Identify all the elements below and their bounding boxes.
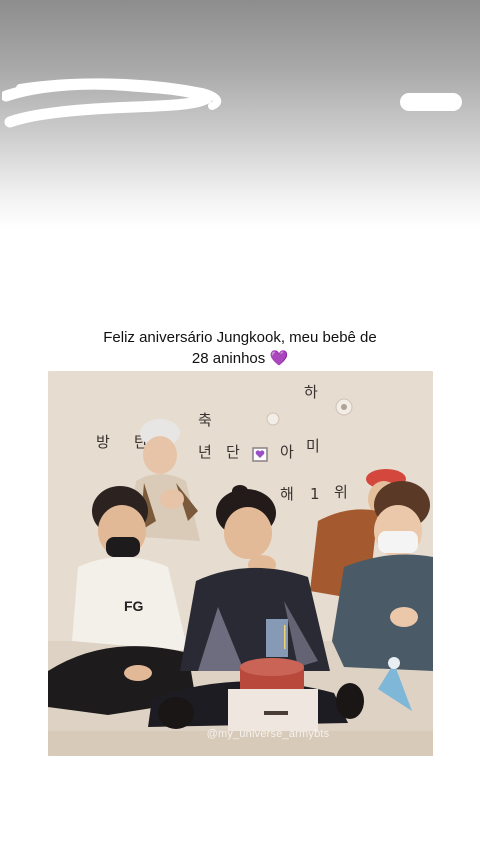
caption-line-2: 28 aninhos 💜: [191, 350, 289, 367]
story-viewer[interactable]: Feliz aniversário Jungkook, meu bebê de …: [0, 0, 480, 854]
banner-glyph: 1: [310, 485, 320, 503]
photo-watermark: @my_universe_armybts: [206, 728, 330, 740]
story-caption: Feliz aniversário Jungkook, meu bebê de …: [40, 327, 440, 369]
banner-glyph: 해: [280, 485, 294, 503]
banner-glyph: 하: [304, 383, 318, 401]
caption-line-1: Feliz aniversário Jungkook, meu bebê de: [103, 329, 377, 346]
redacted-username-scribble: [2, 78, 222, 128]
story-photo[interactable]: 방 탄 소 년 단 아 미 축 하 해 1 위: [48, 371, 433, 756]
banner-glyph: 아: [280, 443, 294, 461]
banner-glyph: 방: [96, 433, 110, 451]
banner-glyph: 단: [226, 443, 240, 461]
banner-glyph: 미: [306, 437, 320, 455]
photo-illustration: 방 탄 소 년 단 아 미 축 하 해 1 위: [48, 371, 433, 756]
banner-glyph: 년: [198, 443, 212, 461]
banner-glyph: 축: [198, 411, 212, 429]
banner-glyph: 위: [334, 483, 348, 501]
shirt-print: FG: [124, 598, 144, 614]
redacted-timestamp-scribble: [400, 93, 462, 111]
